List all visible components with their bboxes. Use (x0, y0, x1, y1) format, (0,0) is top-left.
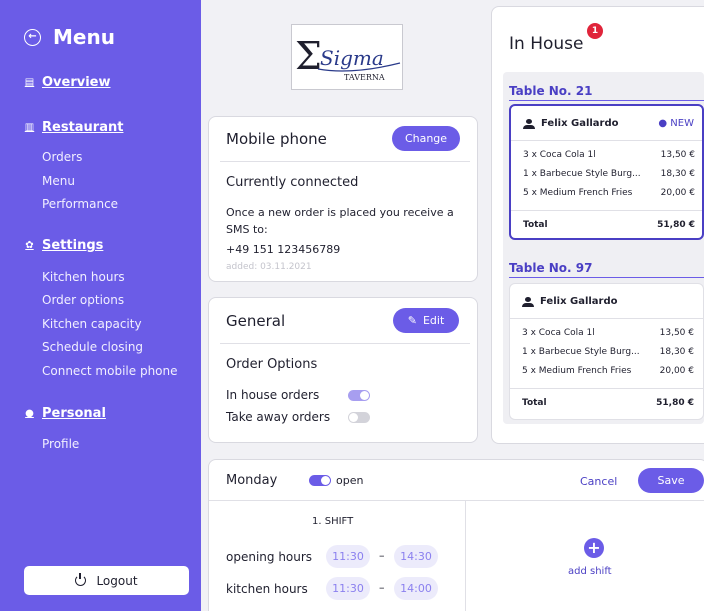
kitchen-to-input[interactable]: 14:00 (394, 577, 438, 600)
customer-name: Felix Gallardo (523, 118, 619, 129)
divider (209, 500, 704, 501)
open-toggle[interactable] (309, 475, 331, 486)
person-icon (522, 296, 534, 307)
new-badge: ● NEW (658, 118, 694, 129)
order-item: 1 x Barbecue Style Burg... 18,30 € (523, 169, 695, 179)
sigma-taverna-logo: Σ Sigma TAVERNA (295, 34, 401, 82)
open-status: open (336, 474, 364, 487)
sidebar: ← Menu ▤ Overview ▥ Restaurant Orders Me… (0, 0, 201, 611)
menu-header[interactable]: ← Menu (24, 25, 115, 49)
divider (511, 210, 702, 211)
order-item: 5 x Medium French Fries 20,00 € (523, 188, 695, 198)
connection-status: Currently connected (226, 175, 359, 190)
in-house-orders-toggle[interactable] (348, 390, 370, 401)
order-card-table-21[interactable]: Felix Gallardo ● NEW 3 x Coca Cola 1l 13,… (509, 104, 704, 240)
divider (220, 343, 470, 344)
nav-menu[interactable]: Menu (42, 174, 75, 188)
phone-number: +49 151 123456789 (226, 243, 341, 256)
mobile-phone-title: Mobile phone (226, 130, 327, 148)
person-icon: ● (25, 408, 34, 419)
nav-overview[interactable]: ▤ Overview (24, 75, 111, 90)
opening-to-input[interactable]: 14:30 (394, 545, 438, 568)
power-icon (75, 573, 87, 586)
added-date: added: 03.11.2021 (226, 262, 312, 272)
take-away-orders-toggle[interactable] (348, 412, 370, 423)
svg-text:Sigma: Sigma (320, 46, 384, 70)
nav-settings[interactable]: ✿ Settings (24, 238, 103, 253)
divider (511, 140, 702, 141)
table-heading: Table No. 97 (509, 261, 593, 275)
restaurant-icon: ▥ (24, 122, 35, 133)
customer-name: Felix Gallardo (522, 296, 618, 307)
table-heading: Table No. 21 (509, 84, 593, 98)
nav-orders[interactable]: Orders (42, 150, 82, 164)
order-total: Total 51,80 € (522, 398, 694, 408)
gear-icon: ✿ (25, 240, 34, 251)
order-item: 1 x Barbecue Style Burg... 18,30 € (522, 347, 694, 357)
change-button[interactable]: Change (392, 126, 460, 151)
opening-hours-label: opening hours (226, 550, 313, 564)
order-total: Total 51,80 € (523, 220, 695, 230)
divider (510, 388, 703, 389)
general-title: General (226, 312, 286, 330)
order-card-table-97[interactable]: Felix Gallardo 3 x Coca Cola 1l 13,50 € 1… (509, 283, 704, 420)
in-house-title: In House (509, 34, 584, 54)
divider (220, 161, 470, 162)
separator: – (379, 581, 385, 594)
nav-personal[interactable]: ● Personal (24, 406, 106, 421)
svg-text:Σ: Σ (295, 34, 322, 78)
sms-description: Once a new order is placed you receive a… (226, 206, 454, 236)
kitchen-from-input[interactable]: 11:30 (326, 577, 370, 600)
save-button[interactable]: Save (638, 468, 704, 493)
cancel-button[interactable]: Cancel (580, 475, 617, 488)
shift-title: 1. SHIFT (312, 516, 354, 527)
nav-performance[interactable]: Performance (42, 197, 118, 211)
add-shift-icon[interactable]: + (584, 538, 604, 558)
column-divider (465, 501, 466, 611)
back-arrow-icon[interactable]: ← (24, 28, 41, 46)
restaurant-logo: Σ Sigma TAVERNA (291, 24, 403, 90)
table-underline (509, 277, 704, 278)
clipboard-icon: ▤ (24, 77, 35, 88)
order-item: 3 x Coca Cola 1l 13,50 € (523, 150, 695, 160)
pencil-icon: ✎ (407, 314, 417, 327)
nav-kitchen-hours[interactable]: Kitchen hours (42, 270, 125, 284)
person-icon (523, 118, 535, 129)
menu-title: Menu (53, 25, 115, 49)
nav-profile[interactable]: Profile (42, 437, 79, 451)
day-name: Monday (226, 473, 278, 488)
add-shift-button[interactable]: add shift (568, 566, 612, 577)
opening-from-input[interactable]: 11:30 (326, 545, 370, 568)
table-underline (509, 100, 704, 101)
divider (510, 318, 703, 319)
nav-order-options[interactable]: Order options (42, 293, 124, 307)
order-item: 5 x Medium French Fries 20,00 € (522, 366, 694, 376)
logout-button[interactable]: Logout (24, 566, 189, 595)
edit-button[interactable]: ✎ Edit (393, 308, 459, 333)
kitchen-hours-label: kitchen hours (226, 582, 308, 596)
nav-connect-mobile-phone[interactable]: Connect mobile phone (42, 364, 178, 378)
nav-restaurant[interactable]: ▥ Restaurant (24, 120, 124, 135)
in-house-orders-label: In house orders (226, 388, 320, 402)
take-away-orders-label: Take away orders (226, 410, 331, 424)
nav-kitchen-capacity[interactable]: Kitchen capacity (42, 317, 142, 331)
svg-text:TAVERNA: TAVERNA (344, 73, 385, 82)
nav-schedule-closing[interactable]: Schedule closing (42, 340, 143, 354)
notification-badge: 1 (587, 23, 603, 39)
order-item: 3 x Coca Cola 1l 13,50 € (522, 328, 694, 338)
separator: – (379, 549, 385, 562)
order-options-heading: Order Options (226, 357, 318, 372)
